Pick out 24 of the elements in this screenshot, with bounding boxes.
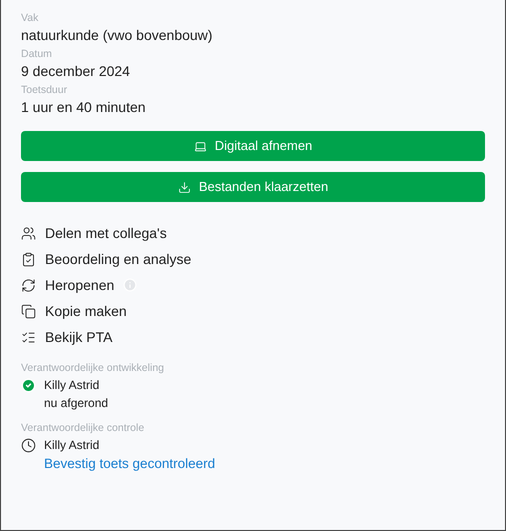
field-label: Datum	[21, 48, 52, 61]
people-icon	[21, 226, 36, 240]
field-value: natuurkunde (vwo bovenbouw)	[21, 26, 212, 45]
action-link[interactable]: Beoordeling en analyse	[45, 248, 192, 270]
field-label: Vak	[21, 12, 38, 25]
status-text: nu afgerond	[44, 395, 108, 412]
list-icon	[21, 330, 36, 344]
laptop-icon	[194, 140, 207, 152]
person-name: Killy Astrid	[44, 437, 100, 454]
section-label: Verantwoordelijke controle	[21, 421, 144, 435]
download-icon	[178, 180, 191, 194]
clipboard-icon	[21, 252, 36, 266]
confirm-link[interactable]: Bevestig toets gecontroleerd	[44, 454, 216, 473]
action-link[interactable]: Heropenen	[45, 274, 114, 296]
refresh-icon	[21, 278, 36, 292]
action-link[interactable]: Bekijk PTA	[45, 326, 112, 348]
field-value: 9 december 2024	[21, 62, 130, 81]
section-label: Verantwoordelijke ontwikkeling	[21, 361, 164, 375]
field-label: Toetsduur	[21, 84, 68, 97]
person-name: Killy Astrid	[44, 377, 100, 394]
action-link[interactable]: Delen met collega's	[45, 222, 167, 244]
field-value: 1 uur en 40 minuten	[21, 98, 146, 117]
action-link[interactable]: Kopie maken	[45, 300, 127, 322]
copy-icon	[21, 304, 36, 318]
